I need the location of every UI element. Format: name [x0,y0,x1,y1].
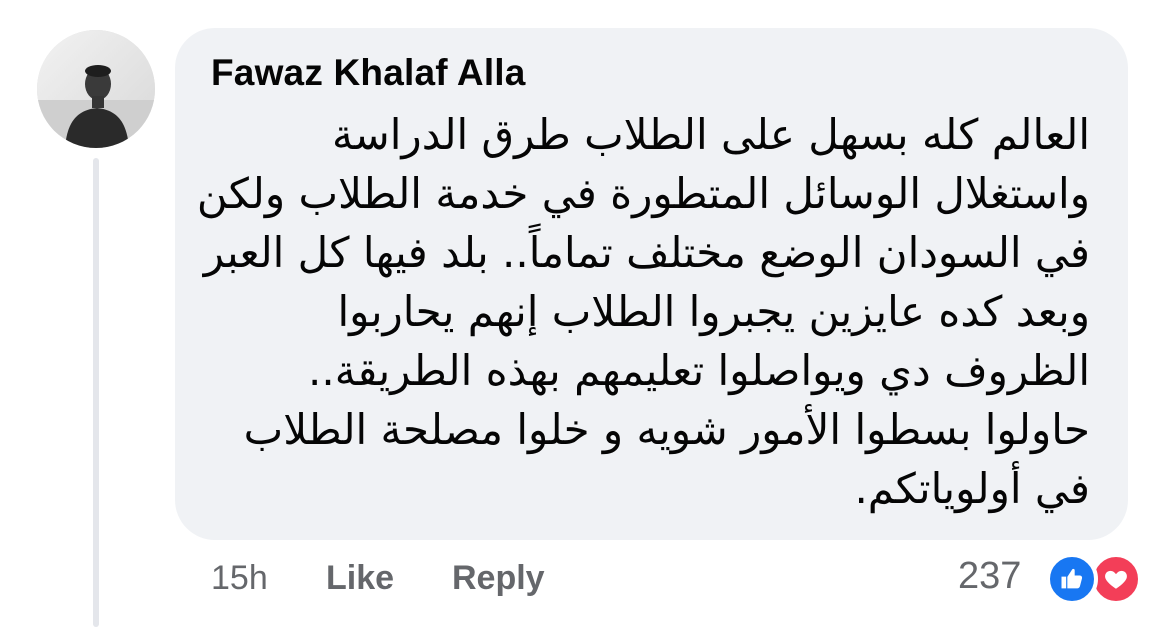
avatar-photo [37,30,155,148]
like-button[interactable]: Like [326,559,394,598]
comment-line: وبعد كده عايزين يجبروا الطلاب إنهم يحارب… [337,287,1090,336]
comment-line: العالم كله بسهل على الطلاب طرق الدراسة [332,110,1090,159]
like-icon [1046,553,1098,605]
comment-author[interactable]: Fawaz Khalaf Alla [211,52,526,94]
comment-line: في السودان الوضع مختلف تماماً.. بلد فيها… [203,228,1090,277]
reactions-summary[interactable] [1046,551,1150,607]
comment-line: في أولوياتكم. [854,464,1090,513]
comment-actions: 15h Like Reply 237 [0,553,1170,605]
comment-line: حاولوا بسطوا الأمور شويه و خلوا مصلحة ال… [243,405,1090,454]
comment-text: العالم كله بسهل على الطلاب طرق الدراسة و… [196,105,1090,518]
reply-button[interactable]: Reply [452,559,545,598]
reaction-count[interactable]: 237 [958,555,1021,598]
timestamp[interactable]: 15h [211,559,268,598]
comment-line: الظروف دي ويواصلوا تعليمهم بهذه الطريقة.… [308,346,1090,395]
comment-line: واستغلال الوسائل المتطورة في خدمة الطلاب… [196,169,1090,218]
avatar[interactable] [37,30,155,148]
